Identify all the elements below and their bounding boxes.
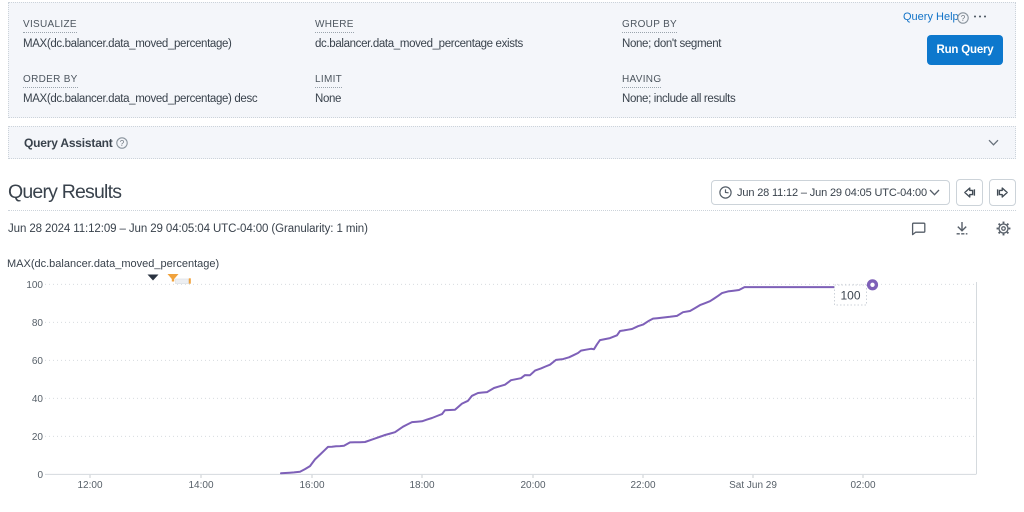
svg-text:40: 40: [32, 394, 44, 405]
svg-text:60: 60: [32, 356, 44, 367]
svg-text:?: ?: [961, 14, 966, 23]
svg-text:100: 100: [840, 289, 860, 303]
svg-text:22:00: 22:00: [630, 480, 655, 491]
svg-text:14:00: 14:00: [188, 480, 213, 491]
svg-text:02:00: 02:00: [850, 480, 875, 491]
svg-text:16:00: 16:00: [299, 480, 324, 491]
svg-text:Sat Jun 29: Sat Jun 29: [729, 480, 777, 491]
svg-text:80: 80: [32, 318, 44, 329]
svg-text:12:00: 12:00: [77, 480, 102, 491]
svg-text:100: 100: [26, 280, 43, 291]
svg-text:20: 20: [32, 432, 44, 443]
svg-text:18:00: 18:00: [409, 480, 434, 491]
svg-text:20:00: 20:00: [520, 480, 545, 491]
svg-text:0: 0: [37, 470, 43, 481]
svg-text:?: ?: [120, 139, 125, 148]
